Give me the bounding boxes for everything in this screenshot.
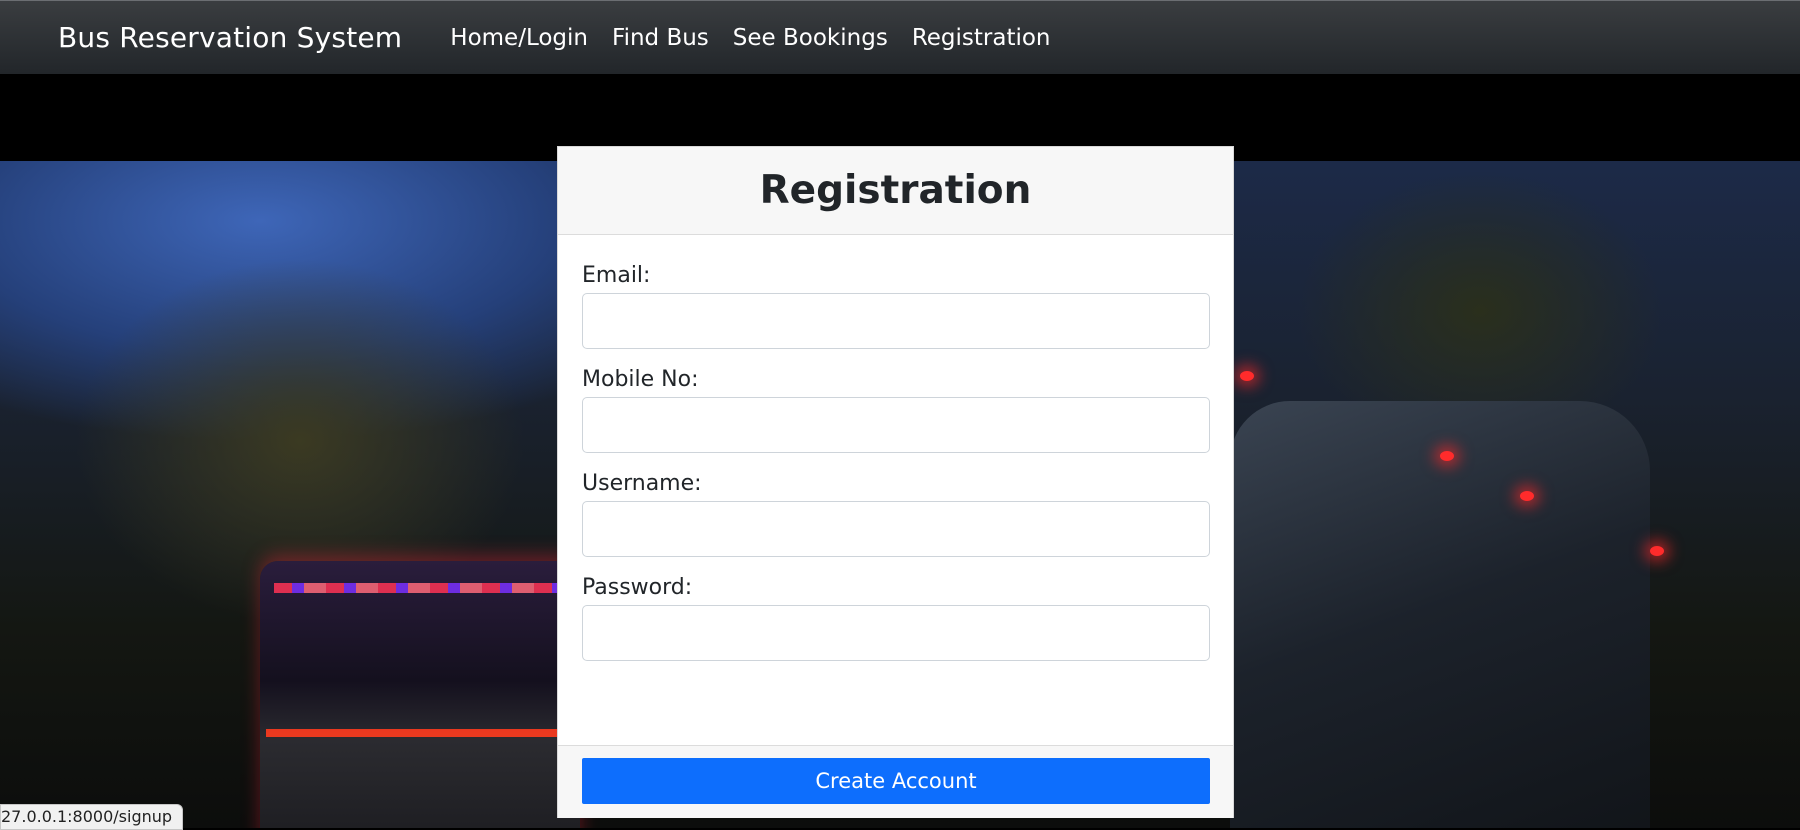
mobile-label: Mobile No: xyxy=(582,367,699,392)
bus-light xyxy=(1240,371,1254,381)
bus-light xyxy=(1520,491,1534,501)
bus-light xyxy=(1650,546,1664,556)
card-header: Registration xyxy=(558,147,1233,235)
navbar: Bus Reservation System Home/Login Find B… xyxy=(0,0,1800,74)
nav-link-see-bookings[interactable]: See Bookings xyxy=(721,1,900,75)
card-footer: Create Account xyxy=(558,745,1233,818)
nav-link-home-login[interactable]: Home/Login xyxy=(438,1,600,75)
nav-links: Home/Login Find Bus See Bookings Registr… xyxy=(438,1,1062,75)
nav-link-registration[interactable]: Registration xyxy=(900,1,1063,75)
bus-image-left xyxy=(260,561,580,828)
mobile-field-group: Mobile No: xyxy=(582,367,1210,453)
bus-light xyxy=(1440,451,1454,461)
nav-link-find-bus[interactable]: Find Bus xyxy=(600,1,721,75)
password-field-group: Password: xyxy=(582,575,1210,661)
registration-form: Email: Mobile No: Username: Password: xyxy=(558,235,1233,661)
password-label: Password: xyxy=(582,575,693,600)
username-label: Username: xyxy=(582,471,702,496)
bus-image-right xyxy=(1230,401,1650,828)
username-field-group: Username: xyxy=(582,471,1210,557)
email-field-group: Email: xyxy=(582,263,1210,349)
brand-link[interactable]: Bus Reservation System xyxy=(58,21,402,54)
browser-status-url: 27.0.0.1:8000/signup xyxy=(0,804,184,830)
password-input[interactable] xyxy=(582,605,1210,661)
mobile-input[interactable] xyxy=(582,397,1210,453)
create-account-button[interactable]: Create Account xyxy=(582,758,1210,804)
username-input[interactable] xyxy=(582,501,1210,557)
email-label: Email: xyxy=(582,263,651,288)
page-title: Registration xyxy=(759,168,1032,213)
email-input[interactable] xyxy=(582,293,1210,349)
registration-card: Registration Email: Mobile No: Username:… xyxy=(557,146,1234,818)
